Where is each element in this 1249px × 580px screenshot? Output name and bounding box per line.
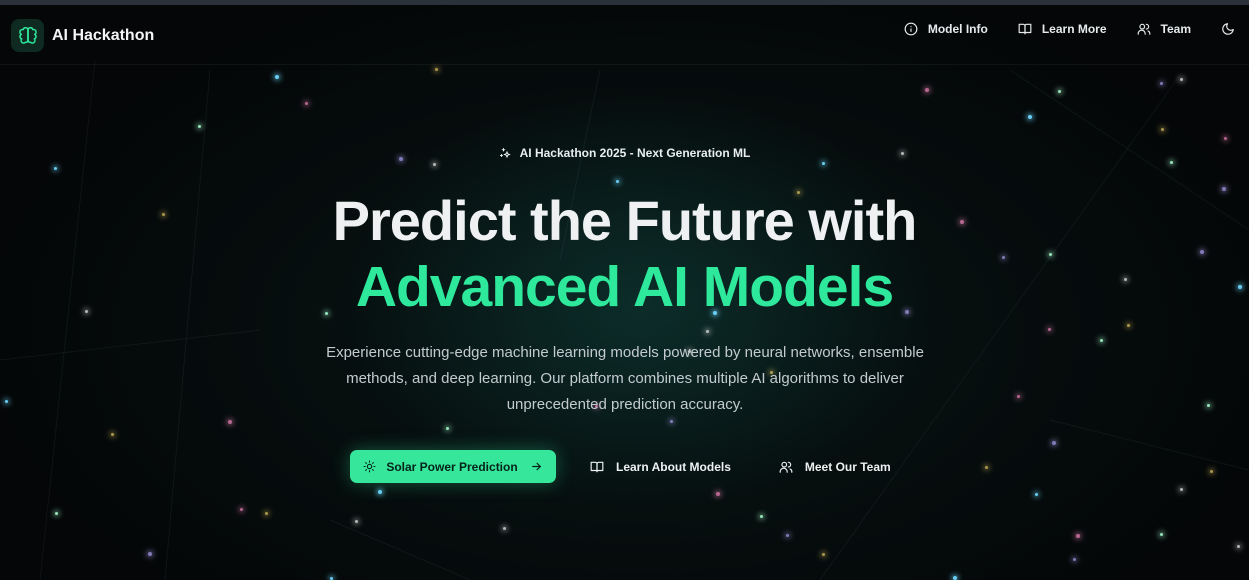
star-dot (1224, 137, 1227, 140)
info-icon (904, 22, 918, 36)
hero-badge: AI Hackathon 2025 - Next Generation ML (0, 146, 1249, 160)
button-label: Learn About Models (616, 459, 731, 474)
star-dot (503, 527, 506, 530)
brand[interactable]: AI Hackathon (11, 19, 154, 52)
star-dot (1170, 161, 1173, 164)
arrow-right-icon (531, 462, 541, 471)
star-dot (1180, 488, 1183, 491)
landing-page: AI Hackathon Model Info Learn More Team (0, 0, 1249, 580)
star-dot (953, 576, 957, 580)
star-dot (616, 180, 619, 183)
hero-description: Experience cutting-edge machine learning… (326, 344, 924, 413)
nav-link-learn-more[interactable]: Learn More (1018, 22, 1107, 36)
star-dot (1160, 533, 1163, 536)
nav-link-label: Model Info (927, 22, 988, 36)
hero-headline-line1: Predict the Future with (332, 189, 918, 252)
star-dot (435, 68, 438, 71)
star-dot (265, 512, 268, 515)
star-dot (1127, 324, 1130, 327)
star-dot (1076, 534, 1080, 538)
star-dot (1237, 545, 1240, 548)
star-dot (1207, 404, 1210, 407)
star-dot (1073, 558, 1076, 561)
star-dot (240, 508, 243, 511)
brain-icon (11, 19, 44, 52)
nav-link-model-info[interactable]: Model Info (904, 22, 988, 36)
star-dot (1160, 82, 1163, 85)
star-dot (1100, 339, 1103, 342)
star-dot (55, 512, 58, 515)
cta-group: Solar Power Prediction Learn About Model… (350, 450, 891, 483)
star-dot (1058, 90, 1061, 93)
learn-about-models-button[interactable]: Learn About Models (590, 450, 731, 483)
star-dot (1017, 395, 1020, 398)
meet-our-team-button[interactable]: Meet Our Team (779, 450, 891, 483)
star-dot (985, 466, 988, 469)
star-dot (446, 427, 449, 430)
star-dot (822, 162, 825, 165)
star-dot (925, 88, 929, 92)
star-dot (1180, 78, 1183, 81)
star-dot (670, 420, 673, 423)
star-dot (1035, 493, 1038, 496)
book-icon (590, 461, 604, 472)
star-dot (1161, 128, 1164, 131)
star-dot (1048, 328, 1051, 331)
navbar: AI Hackathon Model Info Learn More Team (0, 5, 1249, 65)
star-dot (305, 102, 308, 105)
book-icon (1018, 23, 1032, 35)
button-label: Solar Power Prediction (386, 459, 518, 474)
sun-icon (363, 460, 376, 473)
button-label: Meet Our Team (804, 459, 891, 474)
hero-badge-text: AI Hackathon 2025 - Next Generation ML (519, 146, 751, 160)
nav-link-label: Team (1160, 22, 1191, 36)
star-dot (716, 492, 720, 496)
star-dot (706, 330, 709, 333)
star-dot (786, 534, 789, 537)
star-dot (1210, 470, 1213, 473)
moon-icon (1222, 23, 1234, 35)
star-dot (54, 167, 57, 170)
star-dot (1052, 441, 1056, 445)
nav-links: Model Info Learn More Team (874, 22, 1235, 36)
nav-link-label: Learn More (1041, 22, 1107, 36)
star-dot (111, 433, 114, 436)
star-dot (822, 553, 825, 556)
star-dot (5, 400, 8, 403)
star-dot (198, 125, 201, 128)
star-dot (228, 420, 232, 424)
star-dot (1028, 115, 1032, 119)
star-dot (760, 515, 763, 518)
users-icon (1137, 23, 1150, 35)
star-dot (355, 520, 358, 523)
nav-link-team[interactable]: Team (1137, 22, 1191, 36)
star-dot (433, 163, 436, 166)
star-dot (275, 75, 279, 79)
users-icon (779, 461, 793, 473)
theme-toggle-button[interactable] (1221, 22, 1235, 36)
star-dot (378, 490, 382, 494)
brand-title: AI Hackathon (52, 26, 155, 44)
solar-power-prediction-button[interactable]: Solar Power Prediction (350, 450, 556, 483)
star-dot (148, 552, 152, 556)
sparkles-icon (499, 148, 511, 159)
hero-headline-line2: Advanced AI Models (355, 255, 894, 319)
